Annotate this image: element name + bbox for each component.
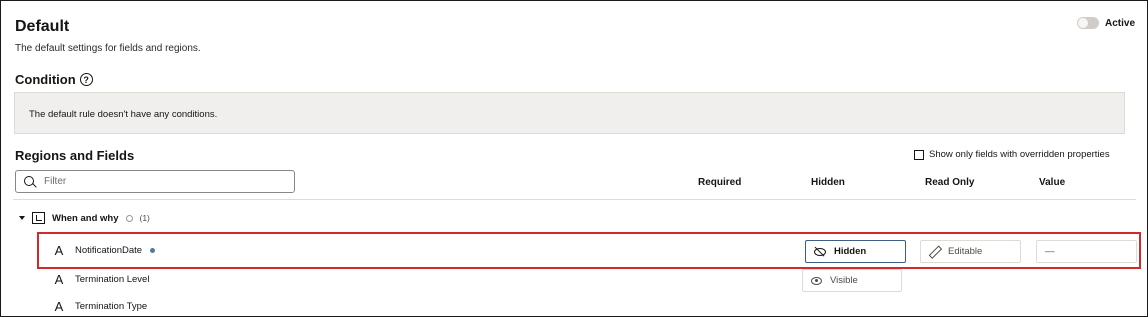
header-divider	[13, 199, 1136, 200]
caret-down-icon[interactable]	[19, 216, 25, 220]
override-filter-checkbox[interactable]: Show only fields with overridden propert…	[914, 149, 1110, 160]
field-label: Termination Type	[75, 301, 148, 312]
text-type-icon: A	[54, 272, 64, 287]
field-label: Termination Level	[75, 274, 150, 285]
eye-icon	[811, 276, 822, 285]
override-checkbox[interactable]	[914, 149, 924, 160]
rule-description: The default settings for fields and regi…	[15, 43, 201, 54]
filter-placeholder: Filter	[44, 176, 67, 187]
column-header-read-only: Read Only	[925, 177, 975, 188]
visible-toggle-label: Visible	[830, 275, 858, 286]
active-toggle-group[interactable]: Active	[1076, 17, 1135, 29]
condition-title: Condition	[15, 72, 76, 87]
status-ring-icon	[125, 214, 133, 222]
rule-title: Default	[15, 18, 70, 35]
condition-heading: Condition ?	[15, 72, 93, 87]
help-circle-icon[interactable]: ?	[79, 73, 93, 86]
override-label: Show only fields with overridden propert…	[929, 149, 1110, 160]
active-switch[interactable]	[1076, 17, 1099, 29]
region-group-label: When and why	[52, 212, 119, 224]
field-row-termination-level[interactable]: A Termination Level	[53, 272, 150, 287]
field-row-termination-type[interactable]: A Termination Type	[53, 299, 148, 314]
regions-fields-title: Regions and Fields	[15, 148, 135, 163]
condition-message: The default rule doesn't have any condit…	[29, 109, 218, 120]
condition-message-box: The default rule doesn't have any condit…	[14, 92, 1125, 134]
region-group-row[interactable]: When and why (1)	[19, 212, 150, 224]
filter-input[interactable]: Filter	[15, 170, 295, 193]
column-header-value: Value	[1039, 177, 1066, 188]
active-label: Active	[1104, 17, 1135, 29]
rule-panel: Default The default settings for fields …	[0, 0, 1148, 317]
highlight-box	[37, 232, 1141, 269]
text-type-icon: A	[54, 299, 64, 314]
column-header-required: Required	[698, 177, 742, 188]
search-icon	[24, 175, 36, 188]
region-field-count: (1)	[139, 213, 150, 223]
visible-toggle-button[interactable]: Visible	[802, 269, 902, 292]
column-header-hidden: Hidden	[811, 177, 845, 188]
region-icon	[32, 212, 45, 224]
